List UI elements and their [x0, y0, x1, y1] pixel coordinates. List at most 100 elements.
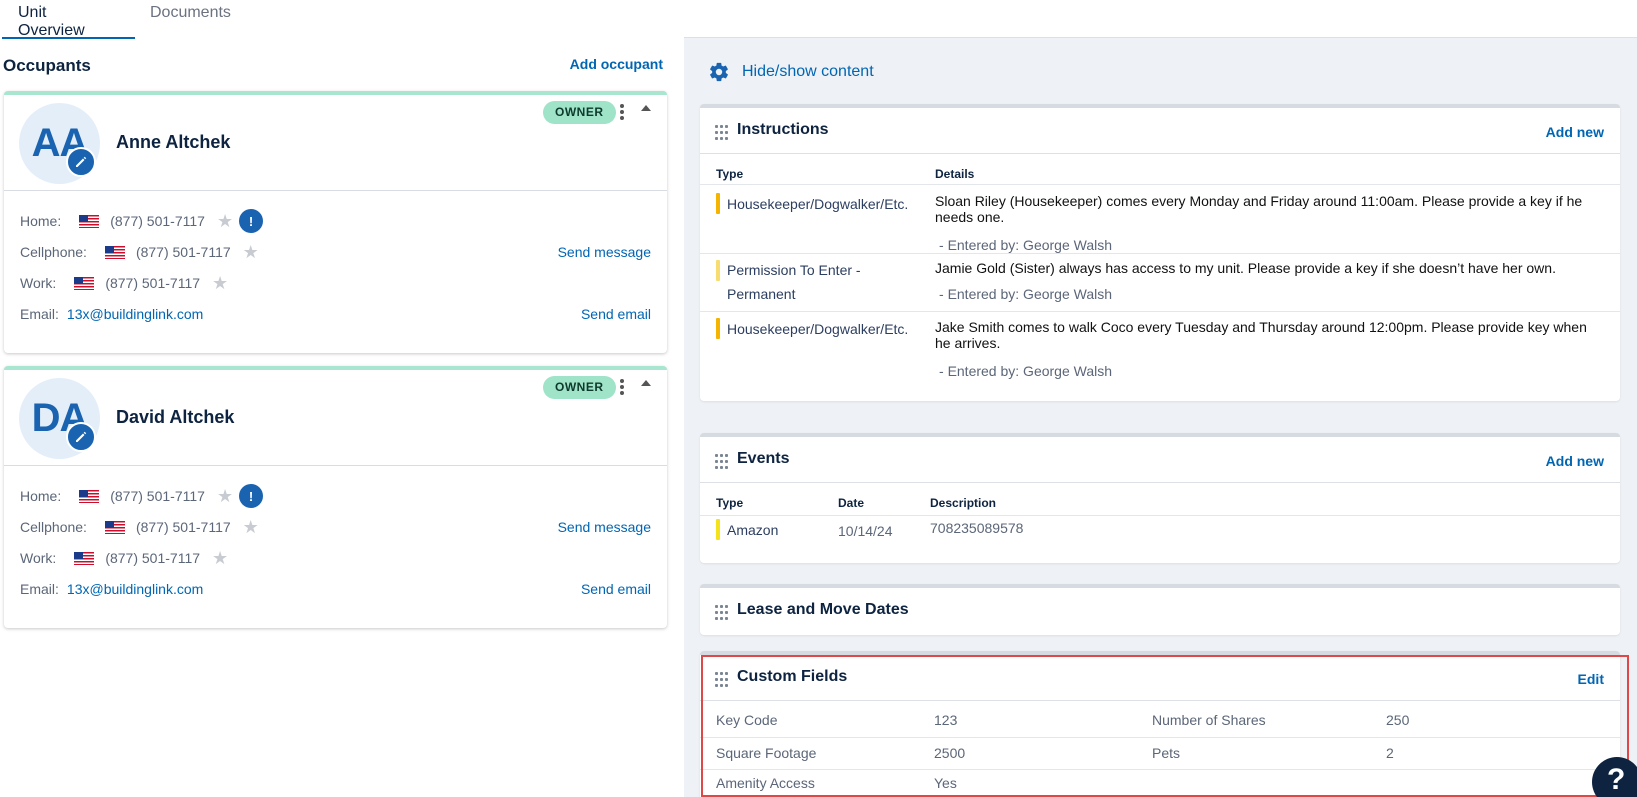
email-label: Email:	[20, 306, 59, 322]
us-flag-icon	[74, 276, 95, 290]
help-button[interactable]: ?	[1592, 757, 1637, 797]
alert-badge-icon: !	[241, 486, 262, 506]
type-color-bar	[716, 519, 720, 540]
custom-fields-title: Custom Fields	[737, 668, 848, 685]
home-label: Home:	[20, 213, 62, 229]
field-label: Key Code	[716, 712, 778, 728]
email-link[interactable]: 13x@buildinglink.com	[67, 581, 203, 597]
lease-move-dates-panel[interactable]: Lease and Move Dates	[700, 584, 1620, 635]
tab-documents[interactable]: Documents	[135, 0, 249, 40]
send-email-link[interactable]: Send email	[581, 581, 651, 597]
email-label: Email:	[20, 581, 59, 597]
star-icon[interactable]: ★	[217, 212, 233, 230]
instruction-details: Jamie Gold (Sister) always has access to…	[935, 260, 1556, 276]
occupants-section: Occupants Add occupant AA Anne Altchek O…	[0, 40, 684, 797]
home-phone[interactable]: (877) 501-7117	[110, 488, 205, 504]
edit-avatar-button[interactable]	[66, 422, 96, 452]
table-row[interactable]: Housekeeper/Dogwalker/Etc. Sloan Riley (…	[700, 184, 1620, 253]
pencil-icon	[76, 156, 87, 167]
drag-handle-icon[interactable]	[715, 125, 729, 141]
field-value: 2500	[934, 745, 966, 761]
table-row[interactable]: Permission To Enter - Permanent Jamie Go…	[700, 253, 1620, 311]
collapse-icon[interactable]	[641, 380, 651, 386]
star-icon[interactable]: ★	[212, 549, 228, 567]
custom-field-row: Key Code 123 Number of Shares 250	[700, 705, 1620, 737]
cellphone-row: Cellphone: (877) 501-7117 ★	[20, 242, 259, 262]
table-row[interactable]: Amazon 10/14/24 708235089578	[700, 515, 1620, 547]
instructions-title: Instructions	[737, 121, 829, 138]
event-description: 708235089578	[930, 520, 1024, 536]
drag-handle-icon[interactable]	[715, 454, 729, 470]
instruction-type: Housekeeper/Dogwalker/Etc.	[727, 196, 909, 212]
field-value: Yes	[934, 775, 957, 791]
field-label: Pets	[1152, 745, 1181, 761]
cellphone[interactable]: (877) 501-7117	[136, 244, 231, 260]
home-phone-row: Home: (877) 501-7117 ★ !	[20, 486, 262, 506]
occupant-contact-info: Home: (877) 501-7117 ★ ! Cellphone: (877…	[4, 466, 667, 628]
gear-icon	[710, 62, 728, 82]
instruction-details: Jake Smith comes to walk Coco every Tues…	[935, 319, 1587, 351]
edit-custom-fields-button[interactable]: Edit	[1578, 671, 1604, 687]
email-link[interactable]: 13x@buildinglink.com	[67, 306, 203, 322]
add-occupant-link[interactable]: Add occupant	[570, 56, 663, 72]
owner-badge: OWNER	[543, 101, 616, 124]
collapse-icon[interactable]	[641, 105, 651, 111]
star-icon[interactable]: ★	[243, 518, 259, 536]
lease-header: Lease and Move Dates	[700, 588, 1620, 634]
home-phone-row: Home: (877) 501-7117 ★ !	[20, 211, 262, 231]
work-phone-row: Work: (877) 501-7117 ★	[20, 273, 228, 293]
instruction-type: Housekeeper/Dogwalker/Etc.	[727, 321, 909, 337]
work-phone[interactable]: (877) 501-7117	[105, 550, 200, 566]
field-value: 123	[934, 712, 958, 728]
entered-by: Entered by: George Walsh	[947, 286, 1113, 302]
drag-handle-icon[interactable]	[715, 605, 729, 621]
occupants-title: Occupants	[3, 56, 91, 75]
us-flag-icon	[104, 245, 125, 259]
help-icon: ?	[1607, 763, 1626, 796]
send-message-link[interactable]: Send message	[558, 244, 651, 260]
occupant-card-header: AA Anne Altchek OWNER	[4, 95, 667, 191]
star-icon[interactable]: ★	[212, 274, 228, 292]
tab-unit-overview[interactable]: Unit Overview	[0, 0, 135, 40]
owner-badge: OWNER	[543, 376, 616, 399]
star-icon[interactable]: ★	[243, 243, 259, 261]
custom-fields-header: Custom Fields Edit	[700, 655, 1620, 701]
field-label: Square Footage	[716, 745, 817, 761]
unit-details-panel: Hide/show content Instructions Add new T…	[684, 37, 1637, 797]
add-event-button[interactable]: Add new	[1546, 453, 1604, 469]
more-options-icon[interactable]	[618, 378, 626, 398]
hide-show-content-button[interactable]: Hide/show content	[708, 61, 874, 83]
column-header-type: Type	[716, 167, 744, 181]
entered-by: Entered by: George Walsh	[947, 363, 1113, 379]
send-message-link[interactable]: Send message	[558, 519, 651, 535]
tab-bar: Unit Overview Documents	[0, 0, 684, 40]
more-options-icon[interactable]	[618, 103, 626, 123]
home-phone[interactable]: (877) 501-7117	[110, 213, 205, 229]
column-header-type: Type	[716, 496, 744, 510]
us-flag-icon	[79, 489, 100, 503]
work-phone[interactable]: (877) 501-7117	[105, 275, 200, 291]
table-row[interactable]: Housekeeper/Dogwalker/Etc. Jake Smith co…	[700, 311, 1620, 383]
send-email-link[interactable]: Send email	[581, 306, 651, 322]
email-row: Email: 13x@buildinglink.com	[20, 304, 203, 324]
us-flag-icon	[74, 551, 95, 565]
cellphone-label: Cellphone:	[20, 244, 87, 260]
drag-handle-icon[interactable]	[715, 672, 729, 688]
field-value: 2	[1386, 745, 1394, 761]
home-label: Home:	[20, 488, 62, 504]
instruction-type: Permission To Enter - Permanent	[727, 262, 861, 302]
event-date: 10/14/24	[838, 523, 893, 539]
cellphone[interactable]: (877) 501-7117	[136, 519, 231, 535]
star-icon[interactable]: ★	[217, 487, 233, 505]
cellphone-label: Cellphone:	[20, 519, 87, 535]
add-instruction-button[interactable]: Add new	[1546, 124, 1604, 140]
entered-by: Entered by: George Walsh	[947, 237, 1113, 253]
column-header-description: Description	[930, 496, 997, 510]
instructions-header: Instructions Add new	[700, 108, 1620, 154]
custom-field-row: Amenity Access Yes	[700, 769, 1620, 797]
events-header: Events Add new	[700, 437, 1620, 483]
occupant-card: DA David Altchek OWNER Home: (877) 501-7…	[4, 366, 667, 628]
edit-avatar-button[interactable]	[66, 147, 96, 177]
field-label: Number of Shares	[1152, 712, 1266, 728]
work-phone-row: Work: (877) 501-7117 ★	[20, 548, 228, 568]
